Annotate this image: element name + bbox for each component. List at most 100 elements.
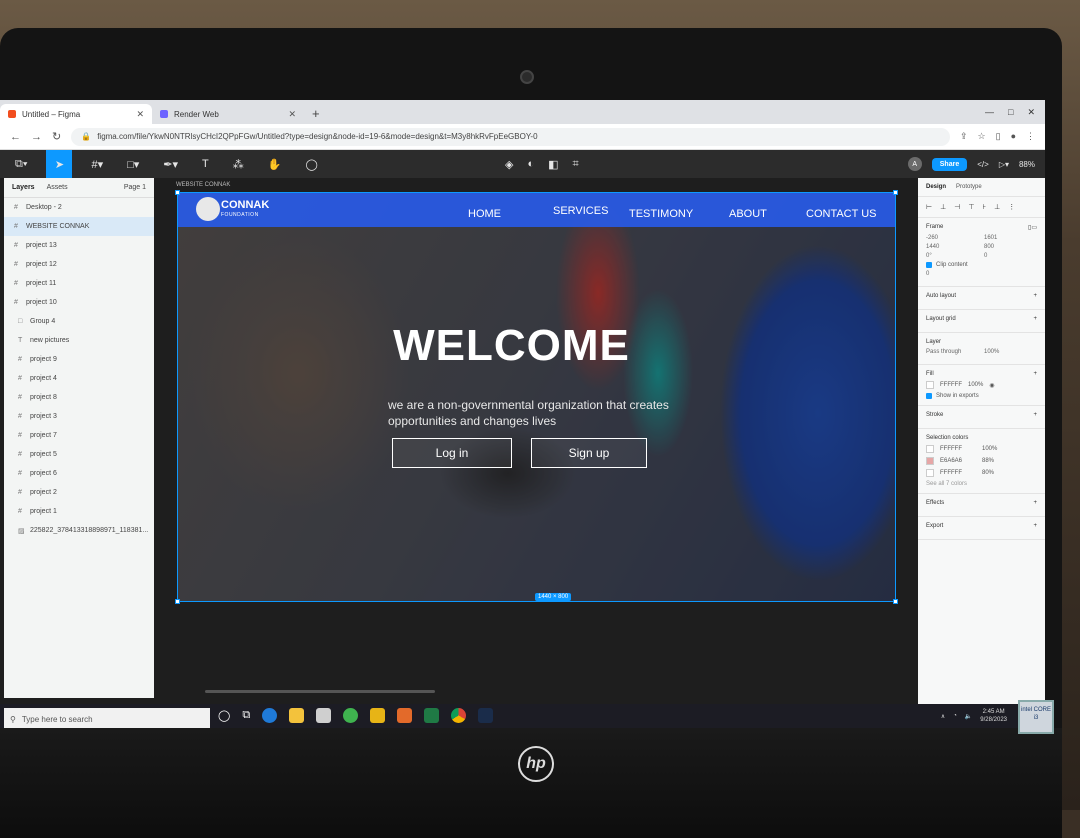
eye-icon[interactable]: ◉ (989, 382, 994, 389)
layer-row[interactable]: #project 12 (4, 255, 154, 274)
rotation-field[interactable]: 0° (926, 253, 976, 259)
main-menu-icon[interactable]: ⧉▾ (10, 150, 32, 178)
layer-row[interactable]: #project 8 (4, 388, 154, 407)
tab-render-web[interactable]: Render Web ✕ (152, 104, 304, 124)
align-hcenter-icon[interactable]: ⊥ (940, 203, 946, 211)
minimize-button[interactable]: — (985, 107, 994, 118)
align-top-icon[interactable]: ⊤ (968, 203, 974, 211)
share-button[interactable]: Share (932, 158, 967, 171)
edge-icon[interactable] (262, 708, 277, 723)
selection-handle[interactable] (893, 190, 898, 195)
share-page-icon[interactable]: ⇪ (960, 131, 968, 142)
selection-handle[interactable] (893, 599, 898, 604)
x-field[interactable]: -260 (926, 235, 976, 241)
maximize-button[interactable]: □ (1008, 107, 1013, 118)
align-vcenter-icon[interactable]: ⊦ (982, 203, 986, 211)
network-icon[interactable]: ◔ (953, 713, 957, 719)
mask-icon[interactable]: ◐ (527, 158, 534, 170)
layer-row[interactable]: #project 11 (4, 274, 154, 293)
frame-title[interactable]: Frame (926, 224, 943, 231)
distribute-icon[interactable]: ⋮ (1008, 203, 1015, 211)
bookmark-star-icon[interactable]: ☆ (978, 131, 986, 142)
app-yellow-icon[interactable] (370, 708, 385, 723)
add-effect-icon[interactable]: + (1033, 500, 1037, 506)
layer-row[interactable]: #WEBSITE CONNAK (4, 217, 154, 236)
forward-arrow-icon[interactable]: → (31, 131, 42, 143)
present-play-icon[interactable]: ▷▾ (999, 160, 1009, 169)
layer-row[interactable]: #project 3 (4, 407, 154, 426)
task-view-icon[interactable]: ⧉ (242, 709, 250, 722)
nav-contact-us[interactable]: CONTACT US (806, 208, 877, 220)
layer-row[interactable]: #project 1 (4, 502, 154, 521)
add-fill-icon[interactable]: + (1033, 371, 1037, 377)
blend-mode-select[interactable]: Pass through (926, 349, 976, 355)
layer-row[interactable]: #project 5 (4, 445, 154, 464)
add-auto-layout-icon[interactable]: + (1033, 293, 1037, 299)
color-swatch[interactable] (926, 445, 934, 453)
layer-row[interactable]: #project 13 (4, 236, 154, 255)
close-window-button[interactable]: ✕ (1027, 107, 1035, 118)
tab-prototype[interactable]: Prototype (956, 184, 982, 190)
layer-row[interactable]: #Desktop - 2 (4, 198, 154, 217)
y-field[interactable]: 1601 (984, 235, 1034, 241)
layer-row[interactable]: #project 4 (4, 369, 154, 388)
shape-tool-icon[interactable]: □▾ (122, 150, 144, 178)
menu-kebab-icon[interactable]: ⋮ (1026, 131, 1035, 142)
hand-tool-icon[interactable]: ✋ (263, 150, 287, 178)
color-swatch[interactable] (926, 469, 934, 477)
selection-handle[interactable] (175, 599, 180, 604)
fill-hex[interactable]: FFFFFF (940, 382, 962, 388)
move-tool-icon[interactable]: ➤ (46, 150, 72, 178)
cortana-icon[interactable]: ◯ (218, 709, 230, 722)
close-tab-icon[interactable]: ✕ (288, 109, 296, 120)
store-icon[interactable] (316, 708, 331, 723)
layout-value-field[interactable]: 0 (926, 271, 976, 277)
layer-row[interactable]: #project 9 (4, 350, 154, 369)
canvas-horizontal-scrollbar[interactable] (205, 690, 435, 693)
layer-row[interactable]: #project 2 (4, 483, 154, 502)
taskbar-clock[interactable]: 2:45 AM 9/28/2023 (980, 708, 1007, 724)
component-icon[interactable]: ◈ (505, 158, 513, 171)
layer-row[interactable]: #project 6 (4, 464, 154, 483)
clip-content-checkbox[interactable]: Clip content (926, 262, 1037, 268)
show-in-exports-checkbox[interactable]: Show in exports (926, 393, 1037, 399)
page-selector[interactable]: Page 1 (124, 184, 146, 191)
chrome-icon[interactable] (451, 708, 466, 723)
align-right-icon[interactable]: ⊣ (954, 203, 960, 211)
site-logo[interactable]: CONNAK FOUNDATION (221, 200, 269, 220)
app-orange-icon[interactable] (397, 708, 412, 723)
nav-services[interactable]: SERVICES (553, 205, 608, 217)
frame-label[interactable]: WEBSITE CONNAK (176, 182, 230, 188)
layer-opacity-field[interactable]: 100% (984, 349, 1034, 355)
add-stroke-icon[interactable]: + (1033, 412, 1037, 418)
selection-color-row[interactable]: E6A6A688% (926, 457, 1037, 465)
url-field[interactable]: 🔒 figma.com/file/YkwN0NTRlsyCHcI2QPpFGw/… (71, 128, 950, 146)
height-field[interactable]: 800 (984, 244, 1034, 250)
color-swatch[interactable] (926, 457, 934, 465)
layer-row[interactable]: ▨225822_378413318898971_118381... (4, 521, 154, 540)
fill-swatch[interactable] (926, 381, 934, 389)
width-field[interactable]: 1440 (926, 244, 976, 250)
volume-icon[interactable]: 🔈 (965, 713, 972, 720)
dev-mode-icon[interactable]: </> (977, 160, 989, 169)
user-avatar[interactable]: A (908, 157, 922, 171)
tab-layers[interactable]: Layers (12, 184, 35, 191)
selection-color-row[interactable]: FFFFFF100% (926, 445, 1037, 453)
website-frame[interactable]: CONNAK FOUNDATION HOME SERVICES TESTIMON… (177, 192, 896, 602)
tray-chevron-icon[interactable]: ∧ (941, 713, 945, 720)
file-explorer-icon[interactable] (289, 708, 304, 723)
add-export-icon[interactable]: + (1033, 523, 1037, 529)
nav-testimony[interactable]: TESTIMONY (629, 208, 693, 220)
excel-icon[interactable] (424, 708, 439, 723)
align-bottom-icon[interactable]: ⊥ (994, 203, 1000, 211)
align-left-icon[interactable]: ⊢ (926, 203, 932, 211)
radius-field[interactable]: 0 (984, 253, 1034, 259)
sidepanel-icon[interactable]: ▯ (996, 131, 1001, 142)
new-tab-button[interactable]: + (304, 106, 328, 124)
crop-icon[interactable]: ⌗ (573, 158, 579, 171)
zoom-level[interactable]: 88% (1019, 160, 1035, 169)
see-all-colors-link[interactable]: See all 7 colors (926, 481, 1037, 487)
close-tab-icon[interactable]: ✕ (136, 109, 144, 120)
selection-handle[interactable] (175, 190, 180, 195)
app-dark-icon[interactable] (478, 708, 493, 723)
